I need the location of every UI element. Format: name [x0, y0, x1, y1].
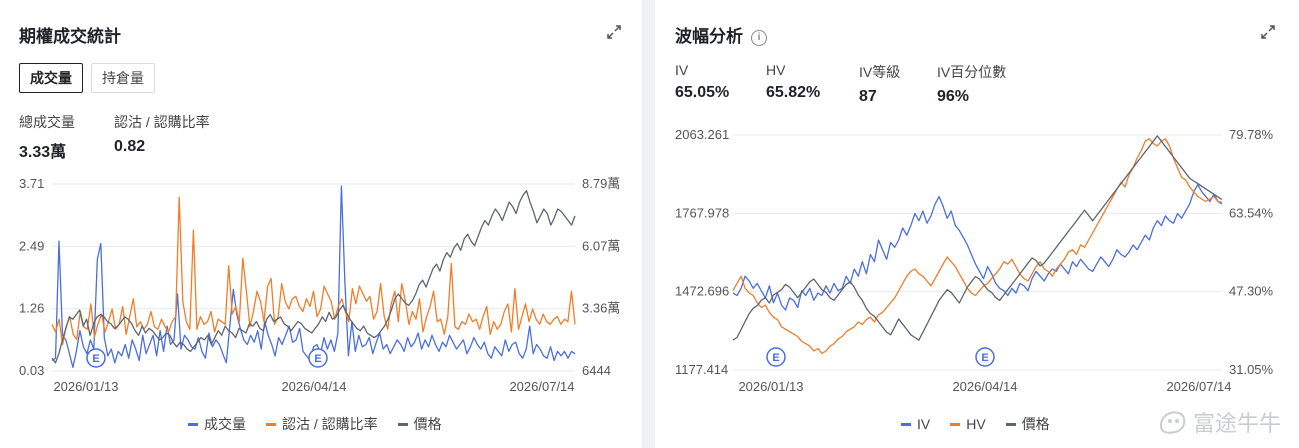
- stat-iv-percentile: IV百分位數 96%: [937, 62, 1006, 106]
- earnings-marker-label: E: [314, 353, 321, 365]
- volume-chart: 3.71 8.79萬 2.49 6.07萬 1.26 3.36萬 0.03 6444 2026/…: [19, 176, 620, 394]
- y-right-tick: 63.54%: [1229, 205, 1274, 220]
- stat-value: 0.82: [114, 138, 146, 155]
- legend-item-iv[interactable]: IV: [901, 414, 930, 434]
- y-right-tick: 47.30%: [1229, 284, 1274, 299]
- y-right-tick: 79.78%: [1229, 127, 1274, 142]
- card-title-text: 波幅分析: [675, 27, 743, 46]
- stat-label: 認沽 / 認購比率: [114, 114, 210, 130]
- earnings-marker-label: E: [92, 353, 99, 365]
- stat-put-call-ratio: 認沽 / 認購比率 0.82: [114, 112, 210, 156]
- stat-label: 總成交量: [19, 114, 75, 130]
- stat-label: IV等級: [859, 64, 901, 80]
- watermark-text: 富途牛牛: [1192, 411, 1281, 436]
- legend-item-hv[interactable]: HV: [950, 414, 986, 434]
- series-line-2: [51, 190, 576, 364]
- series-line-2: [732, 135, 1223, 341]
- legend-label: HV: [966, 416, 986, 432]
- stat-value: 65.82%: [766, 84, 821, 101]
- y-right-tick: 8.79萬: [582, 176, 620, 191]
- series-line-1: [732, 138, 1223, 355]
- y-left-tick: 3.71: [19, 176, 44, 191]
- stat-label: IV百分位數: [937, 64, 1007, 80]
- x-tick: 2026/07/14: [1166, 379, 1231, 392]
- y-left-tick: 2063.261: [675, 127, 729, 142]
- stat-label: IV: [675, 62, 689, 78]
- y-right-tick: 3.36萬: [582, 301, 620, 316]
- legend-swatch: [397, 422, 408, 426]
- legend-label: IV: [917, 416, 931, 432]
- x-tick: 2026/04/14: [281, 379, 346, 394]
- stat-value: 96%: [937, 88, 970, 105]
- y-left-tick: 1472.696: [675, 284, 729, 299]
- y-right-tick: 6.07萬: [582, 238, 620, 253]
- info-icon[interactable]: i: [751, 29, 767, 46]
- stat-hv: HV 65.82%: [766, 62, 820, 102]
- legend-swatch: [950, 422, 961, 426]
- x-tick: 2026/07/14: [509, 379, 574, 394]
- volatility-chart: 2063.261 79.78% 1767.978 63.54% 1472.696 47.3…: [675, 127, 1274, 392]
- earnings-marker-label: E: [981, 352, 988, 364]
- y-left-tick: 0.03: [19, 363, 44, 378]
- series-line-0: [51, 185, 576, 369]
- y-left-tick: 1767.978: [675, 205, 729, 220]
- y-right-tick: 6444: [582, 363, 611, 378]
- y-right-tick: 31.05%: [1229, 362, 1274, 377]
- chart-legend: 成交量 認沽 / 認購比率 價格: [188, 414, 442, 434]
- legend-swatch: [188, 422, 198, 426]
- y-left-tick: 1177.414: [675, 362, 728, 377]
- option-volume-card: 期權成交統計 成交量 持倉量 總成交量 3.33萬 認沽 / 認購比率 0.82…: [0, 0, 642, 448]
- futu-logo-icon: [1159, 411, 1186, 434]
- stat-iv-rank: IV等級 87: [859, 62, 900, 106]
- tab-group: 成交量 持倉量: [19, 63, 155, 93]
- legend-item-price[interactable]: 價格: [1005, 414, 1050, 434]
- earnings-marker[interactable]: E: [766, 347, 786, 367]
- earnings-marker[interactable]: E: [308, 348, 328, 368]
- expand-icon[interactable]: [606, 24, 622, 40]
- earnings-marker[interactable]: E: [975, 347, 995, 367]
- stat-total-volume: 總成交量 3.33萬: [19, 112, 75, 162]
- legend-swatch: [1005, 422, 1016, 426]
- card-title: 期權成交統計: [19, 27, 121, 46]
- tab-open-interest[interactable]: 持倉量: [91, 63, 155, 93]
- volatility-card: 波幅分析 i IV 65.05% HV 65.82% IV等級 87 IV百分位數…: [655, 0, 1299, 448]
- expand-icon[interactable]: [1260, 24, 1276, 40]
- stat-value: 87: [859, 88, 877, 105]
- stat-value: 3.33萬: [19, 144, 67, 161]
- legend-label: 價格: [1021, 416, 1050, 432]
- legend-swatch: [901, 422, 911, 426]
- earnings-marker[interactable]: E: [86, 348, 106, 368]
- x-tick: 2026/01/13: [53, 379, 118, 394]
- x-tick: 2026/04/14: [952, 379, 1017, 392]
- legend-label: 成交量: [204, 416, 246, 432]
- y-left-tick: 1.26: [19, 301, 44, 316]
- watermark: 富途牛牛: [1157, 406, 1281, 438]
- legend-swatch: [266, 422, 276, 426]
- legend-label: 價格: [413, 416, 442, 432]
- tab-volume[interactable]: 成交量: [19, 63, 83, 93]
- legend-item-volume[interactable]: 成交量: [188, 414, 246, 434]
- legend-item-put-call[interactable]: 認沽 / 認購比率: [266, 414, 378, 434]
- chart-legend: IV HV 價格: [901, 414, 1050, 434]
- stat-value: 65.05%: [675, 84, 730, 101]
- x-tick: 2026/01/13: [738, 379, 803, 392]
- card-title: 波幅分析 i: [675, 22, 767, 47]
- legend-label: 認沽 / 認購比率: [282, 416, 378, 432]
- earnings-marker-label: E: [772, 352, 779, 364]
- stat-iv: IV 65.05%: [675, 62, 729, 102]
- stat-label: HV: [766, 62, 786, 78]
- legend-item-price[interactable]: 價格: [397, 414, 442, 434]
- y-left-tick: 2.49: [19, 238, 44, 253]
